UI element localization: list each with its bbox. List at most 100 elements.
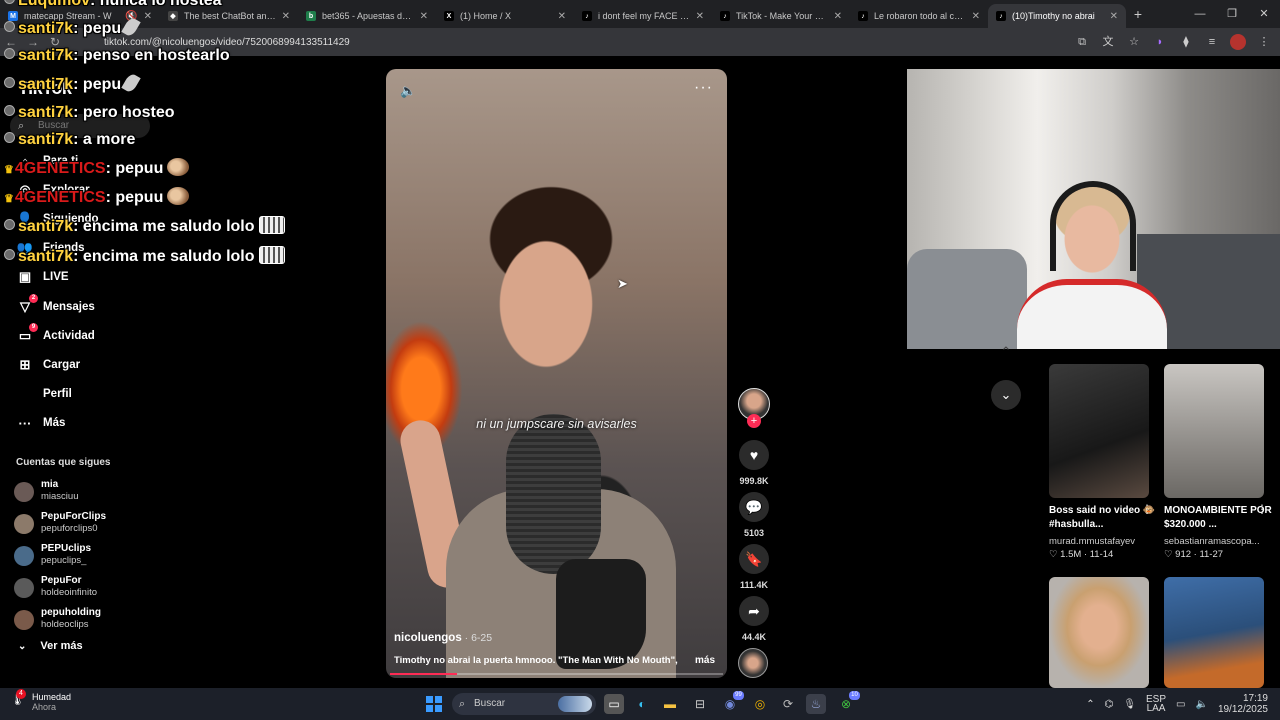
task-view-icon[interactable]: ▭ — [604, 694, 624, 714]
chat-username: Luqumov — [18, 0, 90, 9]
video-author[interactable]: nicoluengos · 6-25 — [394, 632, 492, 644]
close-tab-icon[interactable]: ✕ — [834, 11, 842, 22]
chat-badge-icon — [4, 132, 15, 143]
taskbar-search-input[interactable]: ⌕ Buscar — [452, 693, 596, 715]
more-options-icon[interactable]: ⋮ — [1256, 502, 1268, 516]
close-tab-icon[interactable]: ✕ — [696, 11, 704, 22]
app-icon[interactable]: ⟳ — [778, 694, 798, 714]
chat-emote-icon — [167, 187, 190, 205]
xbox-icon[interactable]: ⊗ 10 — [836, 691, 860, 714]
chat-text: pero hosteo — [82, 104, 175, 121]
close-tab-icon[interactable]: ✕ — [282, 11, 290, 22]
tab-title: Le robaron todo al condu — [874, 11, 966, 21]
sidebar-item-cargar[interactable]: ⊞ Cargar — [16, 355, 81, 375]
browser-tab[interactable]: ♪ TikTok - Make Your Day ✕ — [712, 4, 850, 28]
description-more-link[interactable]: más — [695, 655, 715, 666]
recommended-video-thumbnail[interactable] — [1049, 364, 1149, 498]
chat-message: ♛4GENETICS: pepuu — [4, 187, 190, 207]
video-player[interactable]: 🔈 ··· ni un jumpscare sin avisarles nico… — [386, 69, 727, 678]
following-account[interactable]: PepuForClips pepuforclips0 — [14, 511, 154, 537]
recommended-video-thumbnail[interactable] — [1164, 577, 1264, 688]
browser-tab[interactable]: ♪ i dont feel my FACE #reali ✕ — [574, 4, 712, 28]
account-handle: miasciuu — [41, 491, 79, 502]
twitch-extension-icon[interactable]: ◗ — [1152, 34, 1168, 50]
browser-tab[interactable]: ♪ (10)Timothy no abrai ✕ — [988, 4, 1126, 28]
close-tab-icon[interactable]: ✕ — [558, 11, 566, 22]
sidebar-item-perfil[interactable]: Perfil — [16, 384, 72, 404]
close-window-icon[interactable]: ✕ — [1248, 0, 1280, 28]
follow-plus-icon[interactable]: + — [747, 414, 761, 428]
sidebar-item-live[interactable]: ▣ LIVE — [16, 267, 69, 287]
file-explorer-icon[interactable]: ▬ — [660, 694, 680, 714]
previous-video-chevron-up-icon[interactable]: ⌃ — [991, 337, 1021, 367]
following-account[interactable]: mia miasciuu — [14, 479, 154, 505]
chat-separator: : — [73, 248, 83, 265]
edge-icon[interactable]: ◐ — [632, 694, 652, 714]
account-name: mia — [41, 479, 59, 490]
chrome-icon[interactable]: ◎ — [750, 694, 770, 714]
network-icon[interactable]: ⌬ — [1105, 699, 1114, 710]
close-tab-icon[interactable]: ✕ — [144, 11, 152, 22]
video-progress-bar[interactable] — [390, 673, 723, 675]
recommended-video-author[interactable]: murad.mmustafayev — [1049, 536, 1159, 547]
translate-icon[interactable]: 文 — [1100, 34, 1116, 50]
comment-icon[interactable]: 💬 — [739, 492, 769, 522]
extensions-icon[interactable]: ⧫ — [1178, 34, 1194, 50]
recommended-video-author[interactable]: sebastianramascopa... — [1164, 536, 1274, 547]
tray-chevron-up-icon[interactable]: ⌃ — [1086, 699, 1094, 710]
restore-icon[interactable]: ❐ — [1216, 0, 1248, 28]
author-name[interactable]: nicoluengos — [394, 632, 462, 644]
video-frame-mic-stand — [556, 559, 646, 669]
like-icon[interactable]: ♥ — [739, 440, 769, 470]
windows-start-icon[interactable] — [426, 696, 442, 712]
following-account[interactable]: pepuholding holdeoclips — [14, 607, 154, 633]
chat-separator: : — [73, 104, 83, 121]
language-indicator[interactable]: ESP LAA — [1146, 695, 1166, 714]
chat-message: ♛4GENETICS: pepuu — [4, 158, 190, 178]
discord-icon[interactable]: ◉ 99 — [720, 691, 744, 714]
account-handle: pepuforclips0 — [41, 523, 98, 534]
volume-icon[interactable]: 🔈 — [400, 83, 416, 99]
browser-tab[interactable]: ♪ Le robaron todo al condu ✕ — [850, 4, 988, 28]
steam-icon[interactable]: ♨ — [806, 694, 826, 714]
browser-tab[interactable]: b bet365 - Apuestas deport ✕ — [298, 4, 436, 28]
recommended-video-thumbnail[interactable] — [1164, 364, 1264, 498]
recommended-video-thumbnail[interactable] — [1049, 577, 1149, 688]
browser-tab[interactable]: X (1) Home / X ✕ — [436, 4, 574, 28]
minimize-icon[interactable]: — — [1184, 0, 1216, 28]
bookmark-icon[interactable]: 🔖 — [739, 544, 769, 574]
profile-avatar[interactable] — [1230, 34, 1246, 50]
close-tab-icon[interactable]: ✕ — [1110, 11, 1118, 22]
following-account[interactable]: PepuFor holdeoinfinito — [14, 575, 154, 601]
more-options-icon[interactable]: ··· — [694, 79, 713, 97]
clock[interactable]: 17:19 19/12/2025 — [1218, 693, 1268, 715]
weather-widget[interactable]: 🌡 4 Humedad Ahora — [10, 689, 71, 712]
close-tab-icon[interactable]: ✕ — [420, 11, 428, 22]
close-tab-icon[interactable]: ✕ — [972, 11, 980, 22]
volume-icon[interactable]: 🔈 — [1195, 699, 1207, 710]
more-options-icon[interactable]: ⋮ — [1141, 502, 1153, 516]
sidebar-item-mensajes[interactable]: ▽ 2 Mensajes — [16, 294, 95, 317]
chat-text: penso en hostearlo — [82, 47, 230, 64]
see-more-button[interactable]: ⌄ Ver más — [18, 640, 83, 652]
next-video-chevron-down-icon[interactable]: ⌄ — [991, 380, 1021, 410]
tab-favicon-icon: ♪ — [858, 11, 868, 21]
sidebar-item-mas[interactable]: ··· Más — [16, 413, 66, 433]
new-tab-button[interactable]: + — [1126, 6, 1150, 22]
store-icon[interactable]: ⊟ — [690, 694, 710, 714]
share-icon[interactable]: ➦ — [739, 596, 769, 626]
following-account[interactable]: PEPUclips pepuclips_ — [14, 543, 154, 569]
tab-favicon-icon: ♪ — [582, 11, 592, 21]
browser-menu-icon[interactable]: ⋮ — [1256, 34, 1272, 50]
display-icon[interactable]: ▭ — [1176, 699, 1185, 710]
bookmark-star-icon[interactable]: ☆ — [1126, 34, 1142, 50]
chat-text: pepu — [82, 20, 122, 37]
music-disc-icon[interactable] — [738, 648, 768, 678]
following-title: Cuentas que sigues — [16, 457, 111, 468]
sidebar-item-actividad[interactable]: ▭ 9 Actividad — [16, 323, 95, 346]
cast-icon[interactable]: ⧉ — [1074, 34, 1090, 50]
sidebar-item-label: Perfil — [43, 388, 72, 400]
media-icon[interactable]: ≡ — [1204, 34, 1220, 50]
microphone-icon[interactable]: 🎙 — [1123, 699, 1136, 710]
recommended-video-stats: ♡ 1.5M · 11-14 — [1049, 549, 1114, 560]
